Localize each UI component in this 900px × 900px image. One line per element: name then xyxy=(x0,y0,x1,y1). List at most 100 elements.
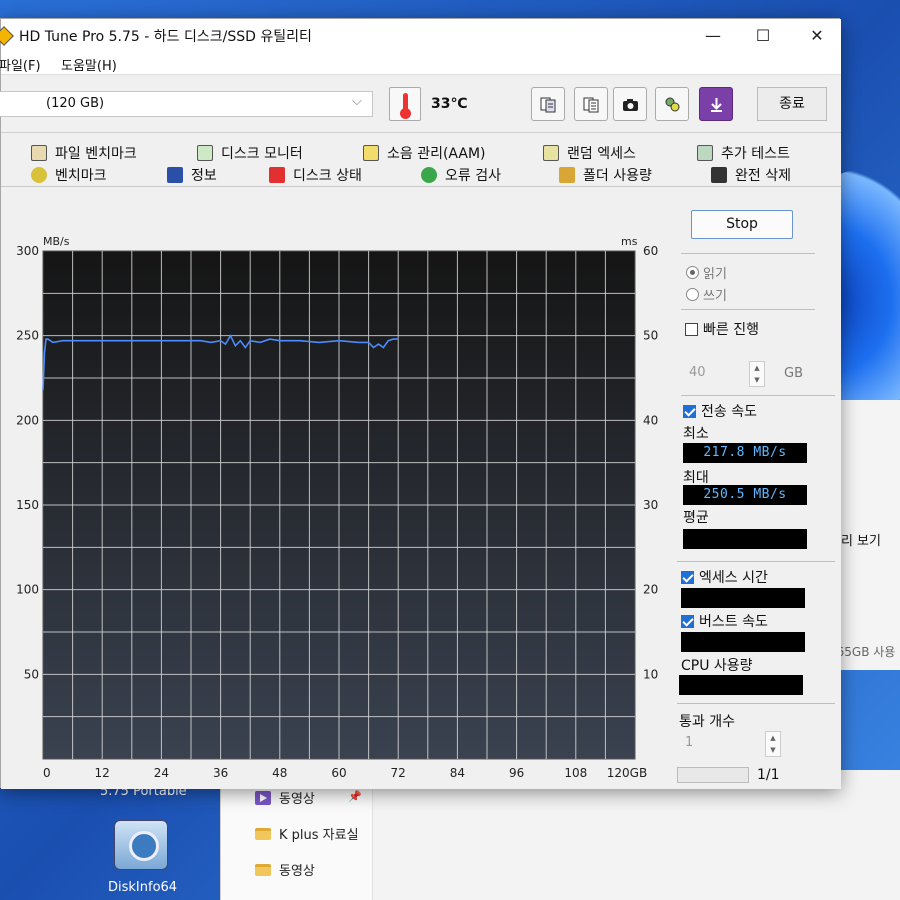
nav-item-label: 동영상 xyxy=(279,792,315,807)
avg-label: 평균 xyxy=(683,510,709,526)
x-tick-label: 108 xyxy=(564,766,587,780)
magnifier-icon xyxy=(421,167,437,183)
tab-label: 파일 벤치마크 xyxy=(55,146,137,162)
pass-count-spinner[interactable]: ▲ ▼ xyxy=(765,731,781,757)
tab-label: 완전 삭제 xyxy=(735,168,791,184)
cpu-label: CPU 사용량 xyxy=(681,658,753,674)
y-right-tick-label: 40 xyxy=(643,413,658,427)
pass-count-label: 통과 개수 xyxy=(679,714,735,730)
x-tick-label: 12 xyxy=(95,766,110,780)
file-explorer: 동영상 📌 K plus 자료실 동영상 xyxy=(220,770,900,900)
tab-benchmark[interactable]: 벤치마크 xyxy=(31,165,107,185)
maximize-button[interactable]: ☐ xyxy=(743,23,783,49)
tab-label: 오류 검사 xyxy=(445,168,501,184)
x-tick-label: 72 xyxy=(391,766,406,780)
radio-read[interactable]: 읽기 xyxy=(686,263,727,282)
nav-item-label: K plus 자료실 xyxy=(279,828,359,843)
trash-icon xyxy=(711,167,727,183)
options-button[interactable] xyxy=(655,87,689,121)
checkbox-label: 전송 속도 xyxy=(701,404,757,420)
tab-disk-monitor[interactable]: 디스크 모니터 xyxy=(197,143,303,163)
minimize-button[interactable]: — xyxy=(693,23,733,49)
options-icon xyxy=(665,97,680,112)
transfer-rate-chart: 300 250 200 150 100 50 MB/s 60 50 40 30 20 10 ms 0 12 24… xyxy=(16,235,658,780)
radio-label: 읽기 xyxy=(703,267,727,282)
copy-text-icon xyxy=(540,97,556,113)
checkbox-label: 엑세스 시간 xyxy=(699,570,768,586)
nav-item-videos-2[interactable]: 동영상 xyxy=(255,860,315,879)
separator xyxy=(681,253,815,254)
copy-all-button[interactable] xyxy=(574,87,608,121)
checkbox-label: 버스트 속도 xyxy=(699,614,768,630)
menu-file[interactable]: 파일(F) xyxy=(0,55,41,74)
window-title: HD Tune Pro 5.75 - 하드 디스크/SSD 유틸리티 xyxy=(19,29,312,45)
fast-progress-unit: GB xyxy=(784,366,803,381)
tab-label: 폴더 사용량 xyxy=(583,168,652,184)
tab-label: 벤치마크 xyxy=(55,168,107,184)
chevron-down-icon: ⌵ xyxy=(352,94,362,109)
tab-bar: 파일 벤치마크 디스크 모니터 소음 관리(AAM) 랜덤 엑세스 추가 테스트… xyxy=(1,133,841,187)
separator xyxy=(677,703,835,704)
y-right-tick-label: 20 xyxy=(643,583,658,597)
y-left-tick-label: 50 xyxy=(24,667,39,681)
tab-label: 정보 xyxy=(191,168,217,184)
drive-select[interactable]: (120 GB) ⌵ xyxy=(0,91,373,117)
transfer-rate-checkbox[interactable]: 전송 속도 xyxy=(683,401,757,421)
tab-error-scan[interactable]: 오류 검사 xyxy=(421,165,501,185)
fast-progress-checkbox[interactable]: 빠른 진행 xyxy=(685,319,759,339)
tab-extra-tests[interactable]: 추가 테스트 xyxy=(697,143,790,163)
x-tick-label: 60 xyxy=(331,766,346,780)
radio-write[interactable]: 쓰기 xyxy=(686,285,727,304)
hdtune-window: HD Tune Pro 5.75 - 하드 디스크/SSD 유틸리티 — ☐ ✕… xyxy=(0,18,841,789)
fast-progress-spinner[interactable]: ▲ ▼ xyxy=(749,361,765,387)
min-value: 217.8 MB/s xyxy=(683,443,807,463)
screenshot-button[interactable] xyxy=(613,87,647,121)
max-value: 250.5 MB/s xyxy=(683,485,807,505)
pin-icon[interactable]: 📌 xyxy=(348,790,362,803)
info-icon xyxy=(167,167,183,183)
cpu-value xyxy=(679,675,803,695)
tab-label: 랜덤 엑세스 xyxy=(567,146,636,162)
diskinfo-icon[interactable] xyxy=(114,820,168,870)
checkbox-box xyxy=(681,570,694,584)
tab-folder-usage[interactable]: 폴더 사용량 xyxy=(559,165,652,185)
access-time-checkbox[interactable]: 엑세스 시간 xyxy=(681,567,768,587)
diskinfo-label[interactable]: DiskInfo64 xyxy=(108,880,177,895)
tab-health[interactable]: 디스크 상태 xyxy=(269,165,362,185)
disk-monitor-icon xyxy=(197,145,213,161)
copy-info-button[interactable] xyxy=(531,87,565,121)
tab-erase[interactable]: 완전 삭제 xyxy=(711,165,791,185)
checkbox-box xyxy=(685,322,698,336)
app-icon xyxy=(0,26,14,46)
x-tick-label: 48 xyxy=(272,766,287,780)
fast-progress-value[interactable]: 40 xyxy=(689,365,706,380)
close-button[interactable]: ✕ xyxy=(797,23,837,49)
separator xyxy=(681,309,815,310)
tab-label: 디스크 상태 xyxy=(293,168,362,184)
tab-aam[interactable]: 소음 관리(AAM) xyxy=(363,143,486,163)
exit-button[interactable]: 종료 xyxy=(757,87,827,121)
x-tick-label: 84 xyxy=(450,766,465,780)
page-count: 1/1 xyxy=(757,767,780,783)
drive-select-value: (120 GB) xyxy=(46,96,105,111)
radio-dot xyxy=(686,266,699,279)
y-left-unit: MB/s xyxy=(43,235,70,248)
burst-rate-checkbox[interactable]: 버스트 속도 xyxy=(681,611,768,631)
y-left-tick-label: 200 xyxy=(16,413,39,427)
nav-item-kplus[interactable]: K plus 자료실 xyxy=(255,824,359,843)
tab-file-benchmark[interactable]: 파일 벤치마크 xyxy=(31,143,137,163)
video-folder-icon xyxy=(255,790,271,805)
nav-item-videos[interactable]: 동영상 xyxy=(255,788,315,807)
stop-button[interactable]: Stop xyxy=(691,210,793,239)
tab-random-access[interactable]: 랜덤 엑세스 xyxy=(543,143,636,163)
tab-info[interactable]: 정보 xyxy=(167,165,217,185)
pass-count-value[interactable]: 1 xyxy=(685,735,693,750)
title-bar[interactable]: HD Tune Pro 5.75 - 하드 디스크/SSD 유틸리티 — ☐ ✕ xyxy=(0,19,841,53)
radio-dot xyxy=(686,288,699,301)
menu-bar: 파일(F) 도움말(H) xyxy=(0,53,841,75)
menu-help[interactable]: 도움말(H) xyxy=(61,55,117,74)
save-button[interactable] xyxy=(699,87,733,121)
speaker-icon xyxy=(363,145,379,161)
thermometer-icon xyxy=(389,87,421,121)
nav-item-label: 동영상 xyxy=(279,864,315,879)
